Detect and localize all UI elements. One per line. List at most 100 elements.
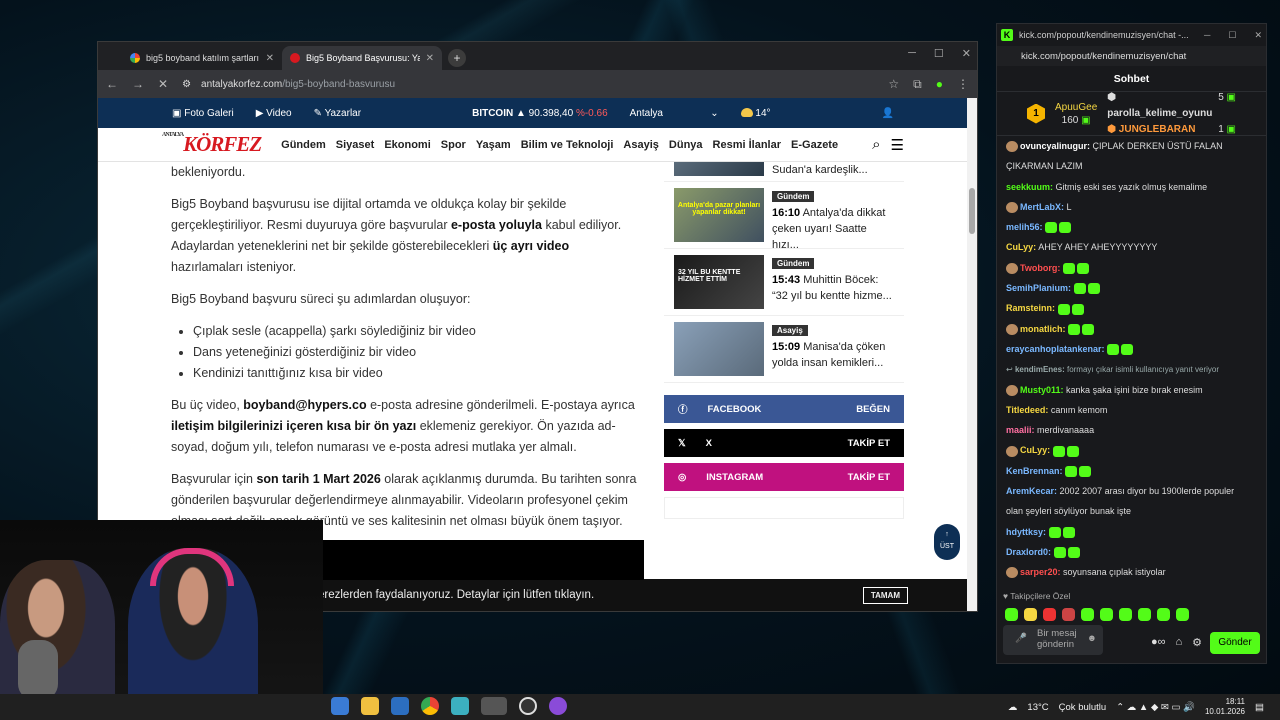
folder-icon[interactable] bbox=[361, 697, 379, 715]
cookie-ok-button[interactable]: TAMAM bbox=[862, 586, 908, 604]
search-icon[interactable]: ⌕ bbox=[872, 136, 880, 153]
emote-icon[interactable] bbox=[1119, 608, 1132, 621]
nav-spor[interactable]: Spor bbox=[441, 139, 466, 151]
facebook-button[interactable]: ⓕ FACEBOOK BEĞEN bbox=[664, 395, 904, 423]
settings-gear-icon[interactable]: ⚙ bbox=[1192, 636, 1202, 649]
chat-username[interactable]: SemihPlanium: bbox=[1006, 283, 1071, 293]
emote-icon[interactable] bbox=[1138, 608, 1151, 621]
menu-dots-icon[interactable]: ⋮ bbox=[957, 77, 969, 91]
extensions-icon[interactable]: ⧉ bbox=[913, 77, 922, 92]
chat-username[interactable]: Twoborg: bbox=[1020, 263, 1060, 273]
news-item[interactable]: 32 YIL BU KENTTE HİZMET ETTİM Gündem 15:4… bbox=[664, 249, 904, 316]
emote-icon[interactable] bbox=[1081, 608, 1094, 621]
emote-icon[interactable] bbox=[1157, 608, 1170, 621]
bookmark-star-icon[interactable]: ☆ bbox=[888, 77, 899, 91]
kick-points-icon[interactable]: ●∞ bbox=[1151, 636, 1166, 649]
chat-username[interactable]: monatlich: bbox=[1020, 324, 1066, 334]
page-scrollbar[interactable] bbox=[967, 98, 977, 611]
microphone-icon[interactable]: 🎤 bbox=[1015, 633, 1027, 644]
nav-resmi-ilanlar[interactable]: Resmi İlanlar bbox=[713, 139, 781, 151]
close-tab-icon[interactable]: ✕ bbox=[266, 53, 274, 64]
discord-icon[interactable] bbox=[549, 697, 567, 715]
chat-username[interactable]: MertLabX: bbox=[1020, 202, 1064, 212]
emote-icon[interactable] bbox=[1024, 608, 1037, 621]
chat-username[interactable]: Titledeed: bbox=[1006, 405, 1048, 415]
close-icon[interactable]: ✕ bbox=[1254, 30, 1262, 41]
cookie-text[interactable]: erezlerden faydalanıyoruz. Detaylar için… bbox=[318, 589, 594, 601]
nav-siyaset[interactable]: Siyaset bbox=[336, 139, 375, 151]
chat-username[interactable]: melih56: bbox=[1006, 222, 1043, 232]
maximize-icon[interactable]: ☐ bbox=[934, 47, 944, 60]
nav-bilim[interactable]: Bilim ve Teknoloji bbox=[521, 139, 614, 151]
pinned-user[interactable]: ApuuGee bbox=[1055, 101, 1097, 114]
photo-gallery-link[interactable]: ▣ Foto Galeri bbox=[172, 108, 234, 119]
emote-icon[interactable] bbox=[1176, 608, 1189, 621]
chat-username[interactable]: AremKecar: bbox=[1006, 486, 1057, 496]
clock[interactable]: 18:11 10.01.2026 bbox=[1205, 697, 1245, 717]
tab-google-search[interactable]: big5 boyband katılım şartları - Goo ✕ bbox=[122, 46, 282, 70]
nav-e-gazete[interactable]: E-Gazete bbox=[791, 139, 838, 151]
instagram-button[interactable]: ◎ INSTAGRAM TAKİP ET bbox=[664, 463, 904, 491]
stop-loading-icon[interactable]: ✕ bbox=[158, 77, 168, 91]
chat-username[interactable]: CuLyy: bbox=[1006, 242, 1036, 252]
notes-icon[interactable] bbox=[451, 697, 469, 715]
tray-icons[interactable]: ⌃ ☁ ▲ ◆ ✉ ▭ 🔊 bbox=[1116, 702, 1195, 713]
video-link[interactable]: ▶ Video bbox=[256, 108, 292, 119]
mail-icon[interactable] bbox=[391, 697, 409, 715]
authors-link[interactable]: ✎ Yazarlar bbox=[314, 108, 361, 119]
chat-username[interactable]: Musty011: bbox=[1020, 385, 1064, 395]
new-tab-button[interactable]: + bbox=[448, 49, 466, 67]
hamburger-menu-icon[interactable]: ☰ bbox=[891, 136, 904, 154]
chat-username[interactable]: Ramsteinn: bbox=[1006, 303, 1055, 313]
chat-username[interactable]: CuLyy: bbox=[1020, 445, 1050, 455]
news-item[interactable]: Sudan'a kardeşlik... bbox=[664, 162, 904, 182]
close-tab-icon[interactable]: ✕ bbox=[426, 53, 434, 64]
tab-article[interactable]: Big5 Boyband Başvurusu: Yaş Sı ✕ bbox=[282, 46, 442, 70]
forward-icon[interactable]: → bbox=[132, 77, 144, 91]
chat-messages[interactable]: ovuncyalinugur: ÇIPLAK DERKEN ÜSTÜ FALAN… bbox=[997, 136, 1266, 591]
close-icon[interactable]: ✕ bbox=[962, 47, 971, 60]
emote-icon[interactable] bbox=[1100, 608, 1113, 621]
stream-app-icon[interactable] bbox=[481, 697, 507, 715]
obs-icon[interactable] bbox=[519, 697, 537, 715]
store-icon[interactable]: ⌂ bbox=[1175, 636, 1182, 649]
chat-username[interactable]: Draxlord0: bbox=[1006, 547, 1051, 557]
chat-input[interactable]: 🎤 Bir mesaj gönderin ☻ bbox=[1003, 625, 1103, 655]
nav-yasam[interactable]: Yaşam bbox=[476, 139, 511, 151]
site-logo[interactable]: ANTALYAKÖRFEZ bbox=[162, 132, 262, 157]
scrollbar-thumb[interactable] bbox=[969, 188, 975, 234]
url-field[interactable]: ⚙ antalyakorfez.com/big5-boyband-basvuru… bbox=[182, 73, 875, 95]
send-button[interactable]: Gönder bbox=[1210, 632, 1260, 654]
chrome-icon[interactable] bbox=[421, 697, 439, 715]
news-item[interactable]: Antalya'da pazar planları yapanlar dikka… bbox=[664, 182, 904, 251]
emote-icon[interactable] bbox=[1043, 608, 1056, 621]
chat-username[interactable]: eraycanhoplatankenar: bbox=[1006, 344, 1105, 354]
site-info-icon[interactable]: ⚙ bbox=[182, 79, 191, 90]
scroll-top-button[interactable]: ↑ ÜST bbox=[934, 524, 960, 560]
chat-username[interactable]: sarper20: bbox=[1020, 567, 1061, 577]
chat-username[interactable]: seekkuum: bbox=[1006, 182, 1053, 192]
chat-username[interactable]: kendimEnes: bbox=[1015, 365, 1065, 374]
maximize-icon[interactable]: ☐ bbox=[1228, 30, 1236, 41]
nav-asayis[interactable]: Asayiş bbox=[623, 139, 658, 151]
minimize-icon[interactable]: ─ bbox=[908, 47, 916, 60]
city-select[interactable]: Antalya ⌄ bbox=[630, 108, 719, 119]
chat-username[interactable]: ovuncyalinugur: bbox=[1020, 141, 1090, 151]
notifications-icon[interactable]: ▤ bbox=[1255, 702, 1264, 713]
chat-username[interactable]: hdyttksy: bbox=[1006, 527, 1046, 537]
chat-username[interactable]: KenBrennan: bbox=[1006, 466, 1063, 476]
emote-icon[interactable] bbox=[1005, 608, 1018, 621]
file-manager-icon[interactable] bbox=[331, 697, 349, 715]
chat-username[interactable]: maalii: bbox=[1006, 425, 1035, 435]
news-item[interactable]: Asayiş 15:09 Manisa'da çöken yolda insan … bbox=[664, 316, 904, 383]
x-button[interactable]: 𝕏 X TAKİP ET bbox=[664, 429, 904, 457]
nav-ekonomi[interactable]: Ekonomi bbox=[384, 139, 430, 151]
user-icon[interactable]: 👤 bbox=[882, 108, 894, 119]
back-icon[interactable]: ← bbox=[106, 77, 118, 91]
emote-icon[interactable] bbox=[1062, 608, 1075, 621]
profile-icon[interactable]: ● bbox=[936, 77, 943, 91]
emoji-icon[interactable]: ☻ bbox=[1087, 633, 1097, 644]
nav-gundem[interactable]: Gündem bbox=[281, 139, 326, 151]
nav-dunya[interactable]: Dünya bbox=[669, 139, 703, 151]
minimize-icon[interactable]: ─ bbox=[1204, 30, 1210, 41]
